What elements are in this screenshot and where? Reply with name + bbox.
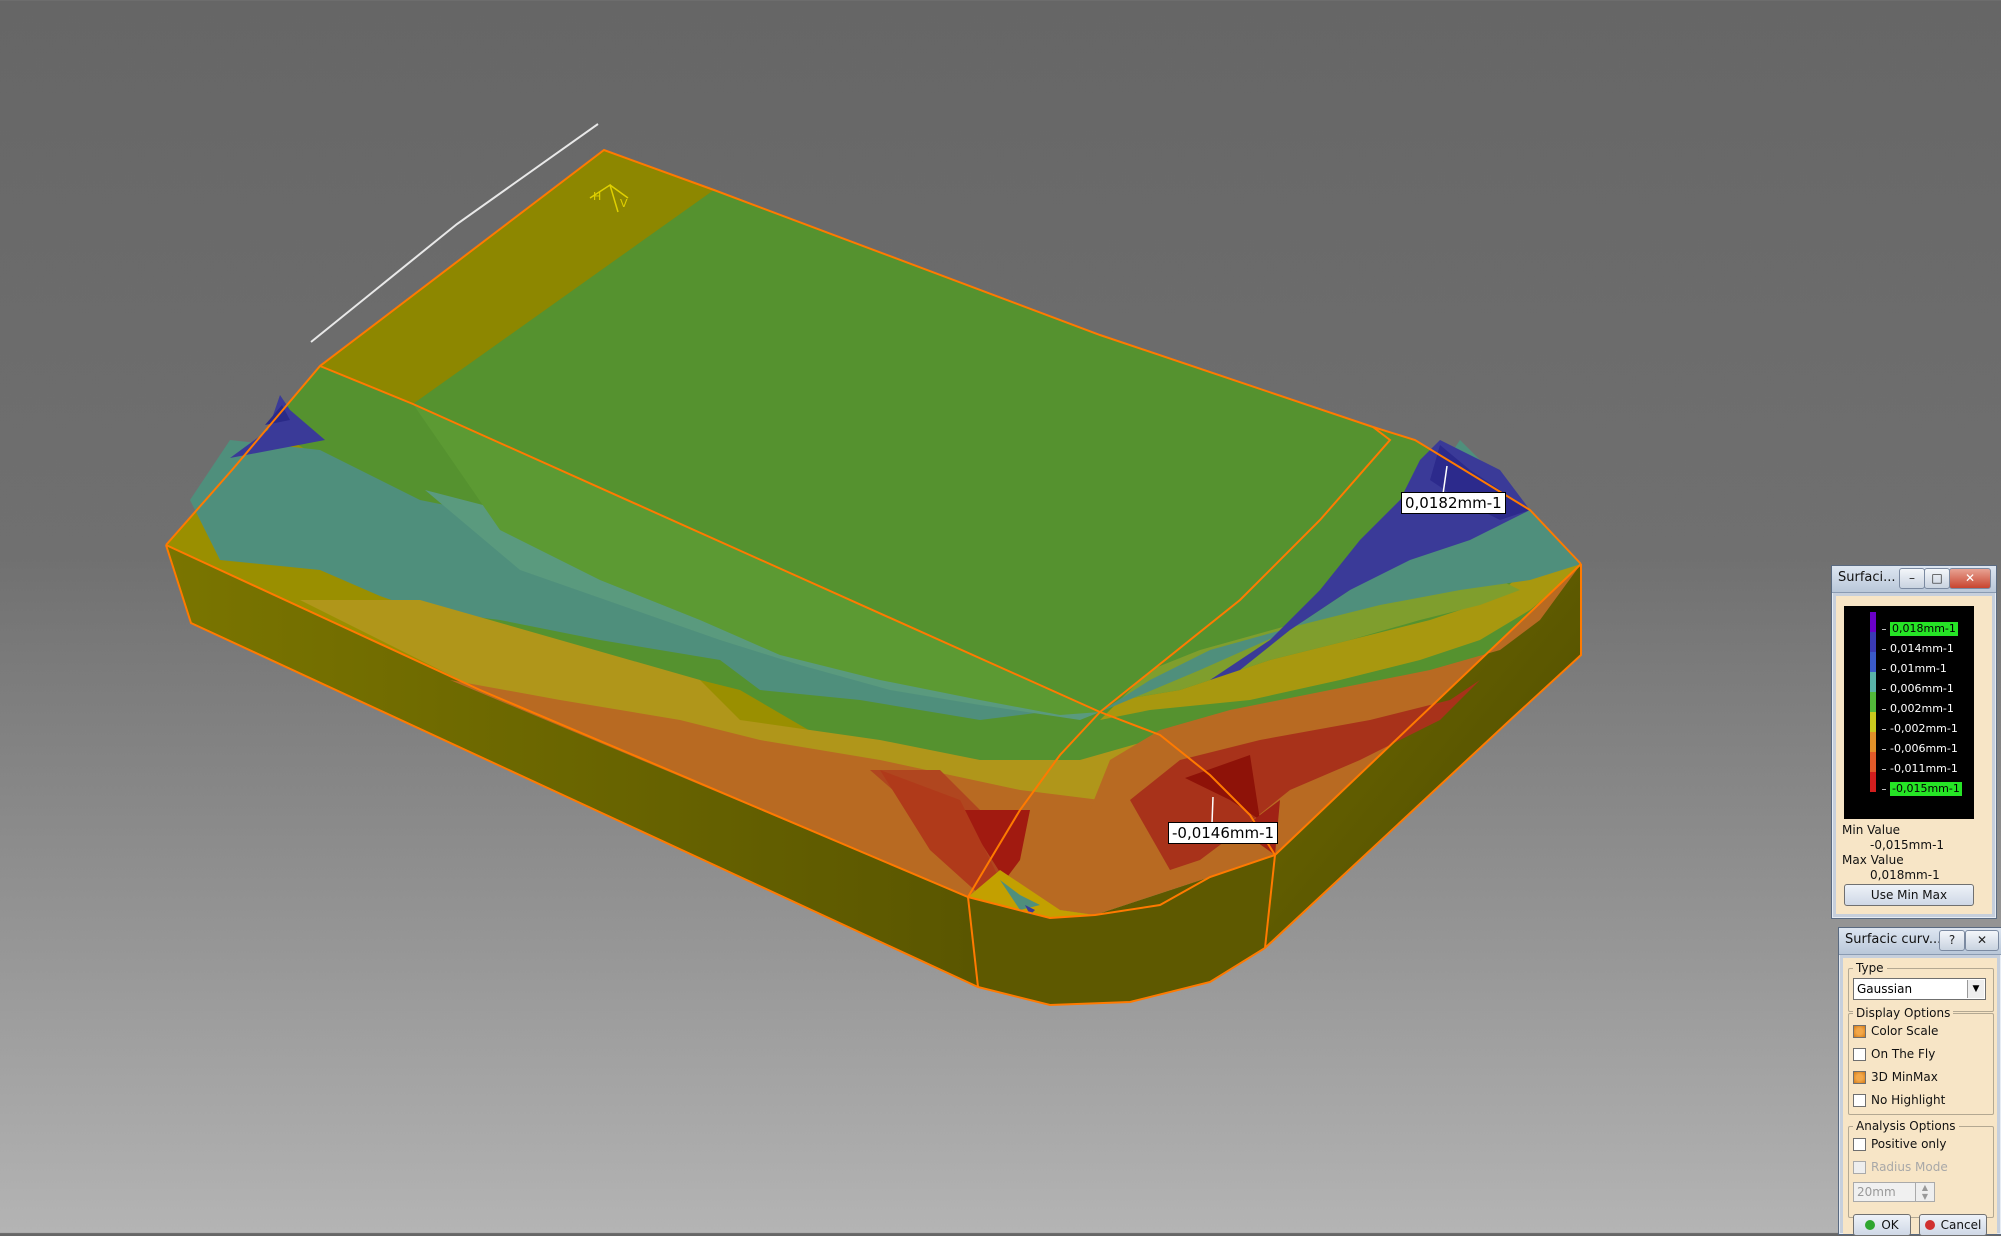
dialog-titlebar[interactable]: Surfacic curv... ? ✕ [1839, 928, 2001, 955]
positive-only-label: Positive only [1871, 1137, 1947, 1151]
scale-tick [1882, 709, 1886, 710]
color-scale-label: Color Scale [1871, 1024, 1939, 1038]
scale-swatch [1870, 672, 1876, 692]
dialog-panel: Type Gaussian ▼ Display Options Color Sc… [1843, 958, 1997, 1236]
color-scale-panel: 0,018mm-1 0,014mm-1 0,01mm-1 0,006mm-1 0,002… [1836, 596, 1992, 914]
scale-label: -0,015mm-1 [1890, 782, 1962, 796]
type-dropdown-value: Gaussian [1857, 982, 1913, 996]
scale-tick [1882, 649, 1886, 650]
scale-swatch [1870, 732, 1876, 752]
maximize-button[interactable]: □ [1924, 568, 1950, 589]
scale-swatch [1870, 752, 1876, 772]
scale-tick [1882, 629, 1886, 630]
minimize-button[interactable]: – [1899, 568, 1925, 589]
chevron-down-icon[interactable]: ▼ [1967, 980, 1984, 998]
scale-label: 0,01mm-1 [1890, 662, 1947, 675]
dialog-title: Surfacic curv... [1845, 932, 1942, 947]
scale-tick [1882, 789, 1886, 790]
radius-mode-checkbox[interactable] [1853, 1161, 1866, 1174]
type-dropdown[interactable]: Gaussian ▼ [1853, 978, 1986, 1000]
scale-tick [1882, 669, 1886, 670]
scale-swatch [1870, 652, 1876, 672]
cancel-icon [1924, 1220, 1935, 1230]
type-group-title: Type [1853, 961, 1887, 975]
color-scale-bar: 0,018mm-1 0,014mm-1 0,01mm-1 0,006mm-1 0,002… [1844, 606, 1974, 819]
color-scale-window[interactable]: Surfaci... – □ ✕ 0,018mm-1 0,014mm-1 0,01m… [1831, 565, 1997, 919]
cancel-label: Cancel [1940, 1218, 1982, 1232]
on-the-fly-label: On The Fly [1871, 1047, 1936, 1061]
help-button[interactable]: ? [1939, 930, 1965, 951]
min-curvature-callout[interactable]: -0,0146mm-1 [1168, 822, 1279, 844]
scale-tick [1882, 769, 1886, 770]
color-scale-title: Surfaci... [1838, 570, 1896, 585]
max-curvature-callout[interactable]: 0,0182mm-1 [1401, 492, 1506, 514]
color-scale-checkbox[interactable] [1853, 1025, 1866, 1038]
min-value: -0,015mm-1 [1870, 838, 1945, 852]
display-options-title: Display Options [1853, 1006, 1954, 1020]
scale-label: -0,002mm-1 [1890, 722, 1958, 735]
scale-label: 0,002mm-1 [1890, 702, 1954, 715]
3d-minmax-label: 3D MinMax [1871, 1070, 1938, 1084]
scale-tick [1882, 729, 1886, 730]
ok-icon [1865, 1220, 1876, 1230]
scale-label: 0,018mm-1 [1890, 622, 1958, 636]
3d-minmax-checkbox[interactable] [1853, 1071, 1866, 1084]
positive-only-checkbox[interactable] [1853, 1138, 1866, 1151]
dialog-close-button[interactable]: ✕ [1965, 930, 1999, 951]
scale-tick [1882, 749, 1886, 750]
scale-swatch [1870, 632, 1876, 652]
scale-swatch [1870, 692, 1876, 712]
scale-label: -0,006mm-1 [1890, 742, 1958, 755]
no-highlight-label: No Highlight [1871, 1093, 1946, 1107]
ok-label: OK [1881, 1218, 1899, 1232]
scale-label: -0,011mm-1 [1890, 762, 1958, 775]
on-the-fly-checkbox[interactable] [1853, 1048, 1866, 1061]
use-min-max-button[interactable]: Use Min Max [1844, 884, 1974, 906]
radius-value-field[interactable]: 20mm [1853, 1182, 1916, 1202]
surfacic-curvature-dialog[interactable]: Surfacic curv... ? ✕ Type Gaussian ▼ Dis… [1838, 927, 2001, 1236]
scale-label: 0,006mm-1 [1890, 682, 1954, 695]
max-value: 0,018mm-1 [1870, 868, 1940, 882]
radius-spinner[interactable]: ▲ ▼ [1915, 1182, 1935, 1202]
analysis-options-title: Analysis Options [1853, 1119, 1959, 1133]
scale-swatch [1870, 612, 1876, 632]
no-highlight-checkbox[interactable] [1853, 1094, 1866, 1107]
color-scale-titlebar[interactable]: Surfaci... – □ ✕ [1832, 566, 1996, 593]
scale-tick [1882, 689, 1886, 690]
svg-text:H: H [593, 190, 601, 203]
svg-text:V: V [620, 197, 628, 210]
3d-viewport[interactable]: H V [0, 0, 2001, 1233]
scale-label: 0,014mm-1 [1890, 642, 1954, 655]
min-value-label: Min Value [1842, 823, 1901, 837]
scale-swatch [1870, 712, 1876, 732]
max-value-label: Max Value [1842, 853, 1904, 867]
scale-swatch [1870, 772, 1876, 792]
close-button[interactable]: ✕ [1949, 568, 1991, 589]
radius-mode-label: Radius Mode [1871, 1160, 1948, 1174]
